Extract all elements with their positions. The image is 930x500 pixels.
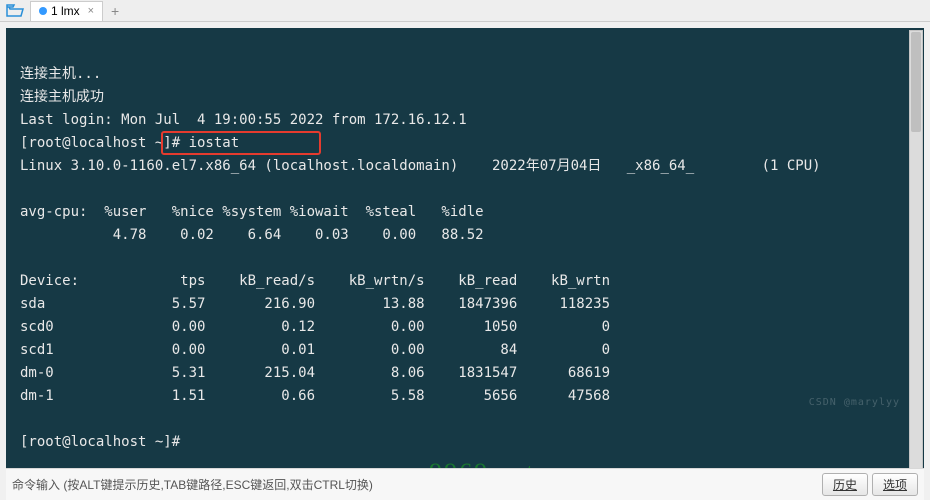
line-cpu-values: 4.78 0.02 6.64 0.03 0.00 88.52 [20, 227, 484, 243]
line-device-header: Device: tps kB_read/s kB_wrtn/s kB_read … [20, 273, 610, 289]
bottom-bar: 命令输入 (按ALT键提示历史,TAB键路径,ESC键返回,双击CTRL切换) … [6, 468, 924, 500]
scrollbar-thumb[interactable] [911, 32, 921, 132]
command-highlight-box [161, 131, 321, 155]
line-cpu-header: avg-cpu: %user %nice %system %iowait %st… [20, 204, 484, 220]
csdn-watermark: CSDN @marylyy [809, 391, 900, 414]
command-hint: 命令输入 (按ALT键提示历史,TAB键路径,ESC键返回,双击CTRL切换) [12, 476, 373, 493]
terminal[interactable]: 连接主机... 连接主机成功 Last login: Mon Jul 4 19:… [6, 28, 924, 478]
line-connected: 连接主机成功 [20, 89, 104, 105]
vertical-scrollbar[interactable] [909, 30, 923, 476]
line-prompt-empty: [root@localhost ~]# [20, 434, 180, 450]
tab-active[interactable]: 1 lmx × [30, 1, 103, 21]
add-tab-button[interactable]: + [105, 1, 125, 21]
line-device-dm1: dm-1 1.51 0.66 5.58 5656 47568 [20, 388, 610, 404]
tab-bar: 1 lmx × + [0, 0, 930, 22]
line-connecting: 连接主机... [20, 66, 101, 82]
terminal-container: 连接主机... 连接主机成功 Last login: Mon Jul 4 19:… [6, 28, 924, 478]
options-button[interactable]: 选项 [872, 473, 918, 496]
bottom-buttons: 历史 选项 [822, 473, 918, 496]
history-button[interactable]: 历史 [822, 473, 868, 496]
open-folder-icon[interactable] [2, 1, 28, 21]
line-sysinfo: Linux 3.10.0-1160.el7.x86_64 (localhost.… [20, 158, 821, 174]
history-button-label: 历史 [833, 478, 857, 492]
line-device-sda: sda 5.57 216.90 13.88 1847396 118235 [20, 296, 610, 312]
line-last-login: Last login: Mon Jul 4 19:00:55 2022 from… [20, 112, 467, 128]
line-device-scd0: scd0 0.00 0.12 0.00 1050 0 [20, 319, 610, 335]
line-device-dm0: dm-0 5.31 215.04 8.06 1831547 68619 [20, 365, 610, 381]
options-button-label: 选项 [883, 478, 907, 492]
tab-label: 1 lmx [51, 4, 80, 18]
tab-close-icon[interactable]: × [88, 5, 94, 17]
tab-modified-dot-icon [39, 7, 47, 15]
line-device-scd1: scd1 0.00 0.01 0.00 84 0 [20, 342, 610, 358]
